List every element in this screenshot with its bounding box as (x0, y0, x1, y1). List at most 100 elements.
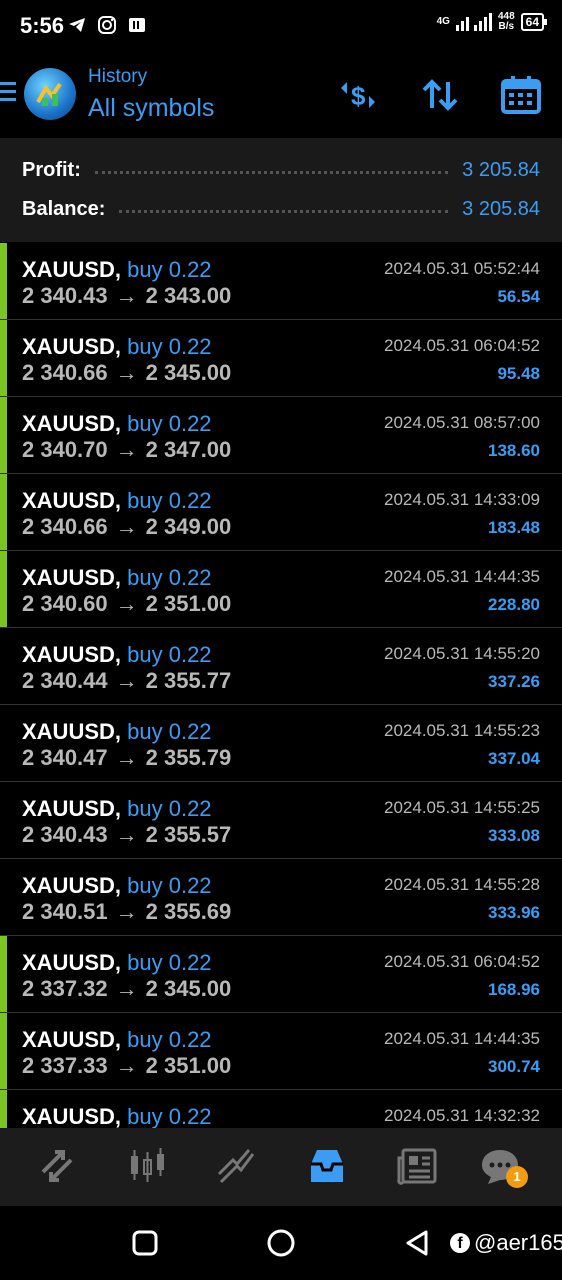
deal-row[interactable]: XAUUSD, buy 0.22 2 340.43 → 2 355.57 2024.… (0, 782, 562, 859)
metatrader-logo (24, 68, 76, 120)
deal-time: 2024.05.31 14:44:35 (384, 1029, 540, 1048)
deal-symbol: XAUUSD, buy 0.22 (22, 719, 212, 745)
deal-side: buy 0.22 (127, 334, 212, 359)
status-right: 4G 448 B/s 64 (437, 11, 548, 32)
deal-row[interactable]: XAUUSD, buy 0.22 2 340.66 → 2 349.00 2024.… (0, 474, 562, 551)
open-price: 2 340.66 (22, 514, 108, 539)
symbol-text: XAUUSD, (22, 488, 122, 513)
deal-row[interactable]: XAUUSD, buy 0.22 2 340.44 → 2 355.77 2024.… (0, 628, 562, 705)
close-price: 2 347.00 (145, 437, 232, 462)
deal-profit: 168.96 (488, 980, 540, 999)
chart-icon[interactable] (125, 1144, 169, 1188)
deal-prices: 2 340.60 → 2 351.00 (22, 591, 231, 617)
battery-indicator: 64 (520, 13, 548, 31)
instagram-icon (96, 14, 118, 36)
recents-button[interactable] (130, 1228, 160, 1258)
deal-side: buy 0.22 (127, 488, 212, 513)
deal-symbol: XAUUSD, buy 0.22 (22, 950, 212, 976)
deal-side: buy 0.22 (127, 719, 212, 744)
trade-icon[interactable] (215, 1144, 259, 1188)
currency-exchange-icon[interactable]: $ (337, 74, 379, 116)
deal-time: 2024.05.31 05:52:44 (384, 259, 540, 278)
page-subtitle: History (88, 66, 148, 87)
deal-time: 2024.05.31 14:55:23 (384, 721, 540, 740)
divider-dots (119, 209, 449, 213)
symbol-text: XAUUSD, (22, 334, 122, 359)
profit-label: Profit: (22, 158, 81, 181)
deal-prices: 2 340.66 → 2 349.00 (22, 514, 231, 540)
close-price: 2 351.00 (145, 1053, 232, 1078)
deal-time: 2024.05.31 14:33:09 (384, 490, 540, 509)
deal-time: 2024.05.31 14:32:32 (384, 1106, 540, 1125)
symbol-text: XAUUSD, (22, 950, 122, 975)
open-price: 2 340.43 (22, 283, 108, 308)
deal-symbol: XAUUSD, buy 0.22 (22, 642, 212, 668)
deal-symbol: XAUUSD, buy 0.22 (22, 334, 212, 360)
deal-row[interactable]: XAUUSD, buy 0.22 2 340.51 → 2 355.69 2024.… (0, 859, 562, 936)
network-speed: 448 B/s (497, 11, 515, 32)
deal-row[interactable]: XAUUSD, buy 0.22 2 340.66 → 2 345.00 2024.… (0, 320, 562, 397)
deal-symbol: XAUUSD, buy 0.22 (22, 1027, 212, 1053)
buy-marker (0, 1090, 7, 1128)
divider-dots (94, 170, 449, 174)
symbol-text: XAUUSD, (22, 1027, 122, 1052)
watermark: f @aer165 (450, 1230, 562, 1256)
deal-symbol: XAUUSD, buy 0.22 (22, 796, 212, 822)
status-bar: 5:56 4G 448 B/s 64 (0, 0, 562, 52)
page-title[interactable]: All symbols (88, 94, 214, 123)
deal-side: buy 0.22 (127, 950, 212, 975)
price-arrow-icon: → (115, 745, 138, 770)
symbol-text: XAUUSD, (22, 719, 122, 744)
price-arrow-icon: → (115, 976, 138, 1001)
sort-icon[interactable] (419, 74, 461, 116)
deal-row[interactable]: XAUUSD, buy 0.22 2024.05.31 14:32:32 (0, 1090, 562, 1128)
close-price: 2 349.00 (145, 514, 232, 539)
deal-profit: 337.26 (488, 672, 540, 691)
app-icon (126, 14, 148, 36)
history-icon[interactable] (305, 1144, 349, 1188)
buy-marker (0, 1013, 7, 1089)
symbol-text: XAUUSD, (22, 565, 122, 590)
deal-time: 2024.05.31 14:55:20 (384, 644, 540, 663)
deal-prices: 2 340.66 → 2 345.00 (22, 360, 231, 386)
deal-profit: 138.60 (488, 441, 540, 460)
open-price: 2 340.47 (22, 745, 108, 770)
messages-icon[interactable]: 1 (478, 1144, 528, 1188)
quotes-icon[interactable] (35, 1144, 79, 1188)
deal-time: 2024.05.31 06:04:52 (384, 336, 540, 355)
telegram-icon (66, 14, 88, 36)
deal-row[interactable]: XAUUSD, buy 0.22 2 340.47 → 2 355.79 2024.… (0, 705, 562, 782)
back-button[interactable] (402, 1228, 432, 1258)
deal-prices: 2 337.32 → 2 345.00 (22, 976, 231, 1002)
news-icon[interactable] (395, 1144, 439, 1188)
deal-symbol: XAUUSD, buy 0.22 (22, 488, 212, 514)
deal-side: buy 0.22 (127, 1027, 212, 1052)
price-arrow-icon: → (115, 437, 138, 462)
deal-prices: 2 340.44 → 2 355.77 (22, 668, 231, 694)
price-arrow-icon: → (115, 822, 138, 847)
deal-row[interactable]: XAUUSD, buy 0.22 2 337.32 → 2 345.00 2024.… (0, 936, 562, 1013)
price-arrow-icon: → (115, 899, 138, 924)
svg-text:$: $ (351, 81, 366, 111)
deal-row[interactable]: XAUUSD, buy 0.22 2 337.33 → 2 351.00 2024.… (0, 1013, 562, 1090)
menu-icon[interactable] (0, 82, 16, 104)
close-price: 2 345.00 (145, 976, 232, 1001)
close-price: 2 343.00 (145, 283, 232, 308)
deal-profit: 228.80 (488, 595, 540, 614)
deal-profit: 183.48 (488, 518, 540, 537)
buy-marker (0, 320, 7, 396)
open-price: 2 337.32 (22, 976, 108, 1001)
signal-icon (455, 13, 492, 31)
balance-label: Balance: (22, 197, 106, 220)
buy-marker (0, 551, 7, 627)
home-button[interactable] (266, 1228, 296, 1258)
close-price: 2 355.77 (145, 668, 232, 693)
deal-list[interactable]: XAUUSD, buy 0.22 2 340.43 → 2 343.00 2024.… (0, 243, 562, 1128)
calendar-icon[interactable] (500, 74, 542, 116)
account-summary: Profit: 3 205.84 Balance: 3 205.84 (0, 138, 562, 242)
watermark-text: @aer165 (474, 1230, 562, 1255)
deal-row[interactable]: XAUUSD, buy 0.22 2 340.60 → 2 351.00 2024.… (0, 551, 562, 628)
deal-row[interactable]: XAUUSD, buy 0.22 2 340.70 → 2 347.00 2024.… (0, 397, 562, 474)
deal-row[interactable]: XAUUSD, buy 0.22 2 340.43 → 2 343.00 2024.… (0, 243, 562, 320)
symbol-text: XAUUSD, (22, 642, 122, 667)
